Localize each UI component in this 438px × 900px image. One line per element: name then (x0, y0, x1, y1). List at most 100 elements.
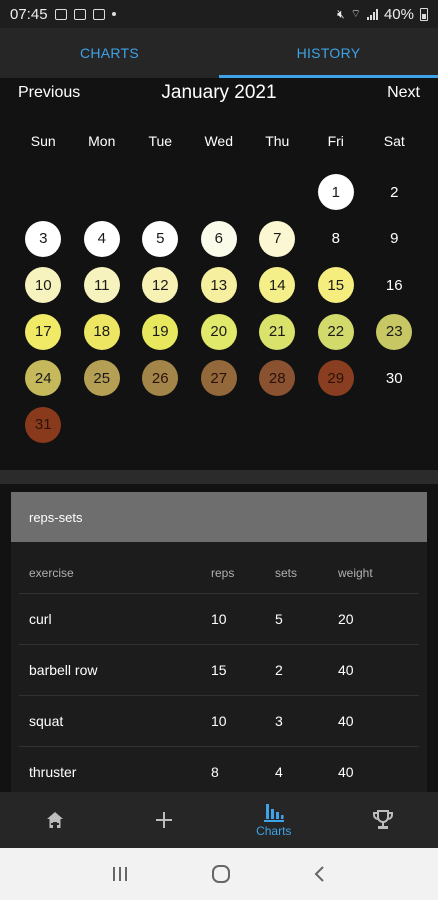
calendar-day[interactable]: 17 (25, 313, 62, 350)
calendar-header: Previous January 2021 Next (0, 78, 438, 110)
cell-reps: 10 (211, 713, 227, 729)
calendar-day[interactable]: 13 (200, 267, 237, 304)
nav-charts-button[interactable]: Charts (219, 792, 329, 848)
cell-weight: 20 (338, 611, 354, 627)
weekday-label: Sun (30, 133, 56, 149)
home-circle-icon[interactable] (210, 863, 232, 885)
cell-exercise: barbell row (29, 662, 98, 678)
calendar-day[interactable]: 19 (142, 313, 179, 350)
battery-icon (420, 7, 428, 21)
calendar-day[interactable]: 8 (318, 221, 354, 257)
weekday-label: Wed (204, 133, 234, 149)
nav-charts-label: Charts (256, 824, 292, 838)
calendar-day[interactable]: 27 (200, 360, 237, 397)
nav-add-button[interactable] (110, 792, 220, 848)
table-body: curl 10 5 20 barbell row 15 2 40 squat 1… (19, 594, 419, 792)
calendar-grid: 1 2 3 4 5 6 7 8 9 10 11 12 13 14 15 16 17 18 19 20 21 22 23 24 2… (14, 169, 424, 448)
status-bar: 07:45 🔇︎ ⌔ 40% (0, 0, 438, 28)
nav-trophy-button[interactable] (329, 792, 438, 848)
cell-exercise: curl (29, 611, 52, 627)
empty-cell (73, 169, 132, 216)
calendar-day[interactable]: 14 (259, 267, 296, 304)
status-time: 07:45 (10, 5, 48, 23)
calendar-day[interactable]: 6 (200, 220, 237, 257)
calendar-day[interactable]: 9 (376, 221, 412, 257)
recent-apps-icon[interactable] (110, 865, 130, 883)
month-title: January 2021 (161, 82, 277, 103)
calendar-day[interactable]: 24 (25, 360, 62, 397)
column-weight: weight (338, 565, 373, 580)
table-header: exercise reps sets weight (19, 552, 419, 594)
table-row[interactable]: thruster 8 4 40 (19, 747, 419, 792)
trophy-icon (373, 810, 394, 829)
bottom-nav: Charts (0, 792, 438, 848)
calendar-day[interactable]: 22 (317, 313, 354, 350)
calendar-day[interactable]: 11 (83, 267, 120, 304)
column-sets: sets (275, 565, 298, 580)
system-nav-bar (0, 848, 438, 900)
cell-sets: 5 (275, 611, 283, 627)
table-row[interactable]: curl 10 5 20 (19, 594, 419, 645)
section-divider (0, 470, 438, 484)
cell-sets: 3 (275, 713, 283, 729)
column-reps: reps (211, 565, 235, 580)
calendar-day[interactable]: 29 (317, 360, 354, 397)
calendar-day[interactable]: 4 (83, 220, 120, 257)
table-row[interactable]: barbell row 15 2 40 (19, 645, 419, 696)
empty-cell (190, 169, 249, 216)
back-icon[interactable] (312, 864, 328, 884)
weekday-label: Thu (265, 133, 290, 149)
gallery-icon (54, 8, 67, 20)
calendar-day[interactable]: 26 (142, 360, 179, 397)
card-title: reps-sets (11, 492, 427, 542)
empty-cell (14, 169, 73, 216)
calendar-day[interactable]: 16 (376, 267, 412, 303)
calendar-day[interactable]: 28 (259, 360, 296, 397)
calendar-day[interactable]: 2 (376, 174, 412, 210)
calendar-day[interactable]: 23 (376, 313, 413, 350)
calendar-day[interactable]: 30 (376, 360, 412, 396)
bar-chart-icon (263, 804, 284, 822)
next-month-button[interactable]: Next (387, 84, 420, 102)
weekday-header: Sun Mon Tue Wed Thu Fri Sat (14, 133, 424, 149)
weekday-label: Mon (88, 133, 116, 149)
table-row[interactable]: squat 10 3 40 (19, 696, 419, 747)
nav-home-button[interactable] (0, 792, 110, 848)
cell-reps: 10 (211, 611, 227, 627)
cell-reps: 8 (211, 764, 219, 780)
calendar-day[interactable]: 18 (83, 313, 120, 350)
empty-cell (248, 169, 307, 216)
calendar-day[interactable]: 3 (25, 220, 62, 257)
wifi-icon: ⌔ (350, 8, 361, 20)
mute-icon: 🔇︎ (337, 6, 345, 21)
calendar-day[interactable]: 20 (200, 313, 237, 350)
workout-card: reps-sets exercise reps sets weight curl… (11, 492, 427, 792)
cell-weight: 40 (338, 713, 354, 729)
laptop-icon (73, 8, 86, 20)
calendar-day[interactable]: 7 (259, 220, 296, 257)
calendar-day[interactable]: 21 (259, 313, 296, 350)
cell-exercise: squat (29, 713, 64, 729)
notification-dot-icon (111, 12, 116, 16)
weekday-label: Sat (383, 133, 405, 149)
cell-sets: 2 (275, 662, 283, 678)
tab-charts[interactable]: CHARTS (0, 28, 219, 78)
calendar-day[interactable]: 1 (317, 174, 354, 211)
home-icon (46, 812, 63, 828)
calendar-day[interactable]: 25 (83, 360, 120, 397)
cell-weight: 40 (338, 764, 354, 780)
plus-icon (156, 812, 173, 828)
bag-icon (92, 8, 105, 20)
weekday-label: Fri (327, 133, 344, 149)
weekday-label: Tue (148, 133, 173, 149)
battery-percent: 40% (383, 5, 414, 23)
tab-history[interactable]: HISTORY (219, 28, 438, 78)
cell-weight: 40 (338, 662, 354, 678)
calendar-day[interactable]: 5 (142, 220, 179, 257)
calendar-day[interactable]: 31 (25, 406, 62, 443)
calendar-day[interactable]: 12 (142, 267, 179, 304)
calendar-day[interactable]: 10 (25, 267, 62, 304)
calendar-day[interactable]: 15 (317, 267, 354, 304)
top-tabs: CHARTS HISTORY (0, 28, 438, 78)
column-exercise: exercise (29, 565, 74, 580)
